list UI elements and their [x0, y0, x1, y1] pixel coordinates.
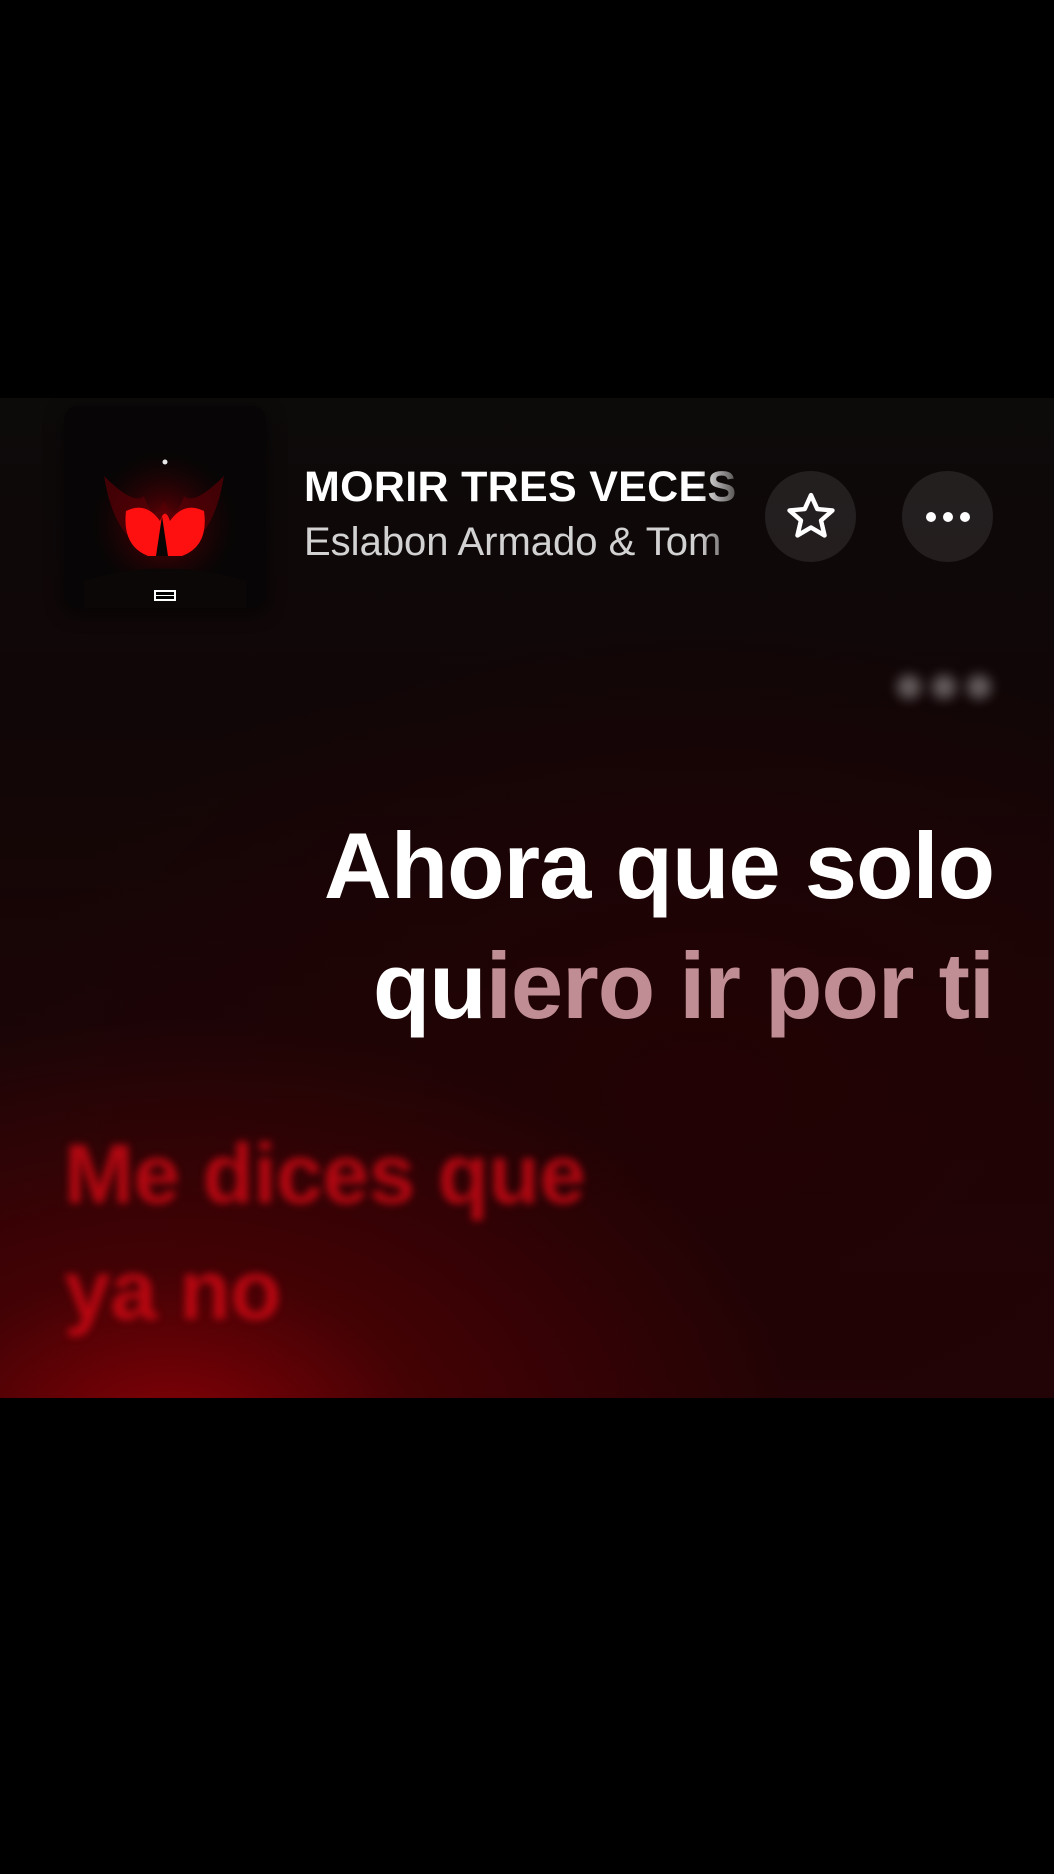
- letterbox-top: [0, 0, 1054, 398]
- album-art[interactable]: [64, 406, 266, 608]
- ellipsis-icon: [925, 511, 970, 522]
- instrumental-dots-icon: [897, 675, 991, 699]
- current-lyric-pending: iero ir por ti: [485, 933, 995, 1038]
- song-artist[interactable]: Eslabon Armado & Tom: [304, 520, 752, 565]
- more-options-button[interactable]: [902, 471, 993, 562]
- next-lyric-line-2: ya no: [64, 1243, 281, 1337]
- star-outline-icon: [786, 492, 835, 538]
- previous-lyric-indicator: [894, 660, 994, 720]
- next-lyric-line-1: Me dices que: [64, 1127, 586, 1221]
- current-lyric-line[interactable]: Ahora que solo quiero ir por ti: [234, 806, 995, 1046]
- album-cover-image: [64, 406, 266, 608]
- current-lyric-line-1: Ahora que solo: [323, 813, 995, 918]
- song-title[interactable]: MORIR TRES VECES: [304, 463, 752, 512]
- current-lyric-sung: qu: [372, 933, 487, 1038]
- letterbox-bottom: [0, 1398, 1054, 1874]
- next-lyric-line[interactable]: Me dices que ya no: [64, 1116, 764, 1348]
- current-lyric-line-2: quiero ir por ti: [234, 926, 995, 1046]
- lyrics-player: MORIR TRES VECES Eslabon Armado & Tom Ah…: [0, 398, 1054, 1398]
- favorite-button[interactable]: [765, 471, 856, 562]
